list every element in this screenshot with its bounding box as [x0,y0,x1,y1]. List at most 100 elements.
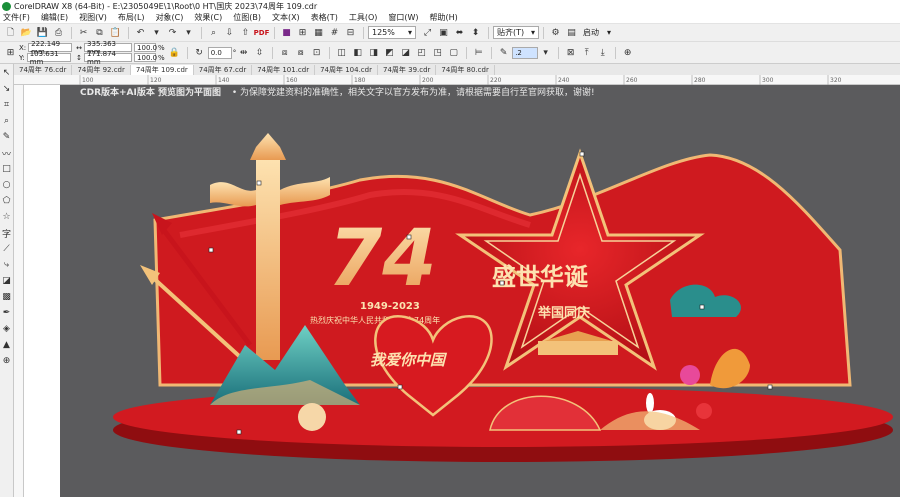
wrap-text-icon[interactable]: ⊠ [563,46,578,60]
crop-tool-icon[interactable]: ⌗ [1,98,13,112]
trim-icon[interactable]: ◨ [366,46,381,60]
page-size-icon[interactable]: ⊞ [3,46,18,60]
align-distribute-icon[interactable]: ⊨ [471,46,486,60]
menu-object[interactable]: 对象(C) [156,12,184,23]
tab-74-109[interactable]: 74周年 109.cdr [130,65,194,75]
interactive-fill-icon[interactable]: ◈ [1,322,13,336]
save-icon[interactable]: 💾 [35,26,50,40]
copy-icon[interactable]: ⧉ [92,26,107,40]
lock-ratio-icon[interactable]: 🔒 [167,46,182,60]
drop-shadow-icon[interactable]: ◪ [1,274,13,288]
to-back-icon[interactable]: ⤓ [595,46,610,60]
horizontal-ruler[interactable]: 100 120 140 160 180 200 220 240 260 280 300 320 [14,75,900,85]
mirror-vertical-icon[interactable]: ⇳ [252,46,267,60]
cut-icon[interactable]: ✂ [76,26,91,40]
rectangle-tool-icon[interactable]: □ [1,162,13,176]
menu-tools[interactable]: 工具(O) [349,12,378,23]
snap-to-dropdown[interactable]: 贴齐(T) ▾ [493,26,539,39]
tab-74-67[interactable]: 74周年 67.cdr [194,65,253,75]
tab-74-92[interactable]: 74周年 92.cdr [72,65,131,75]
export-pdf-icon[interactable]: PDF [254,26,270,40]
undo-icon[interactable]: ↶ [133,26,148,40]
menu-effects[interactable]: 效果(C) [194,12,222,23]
paste-icon[interactable]: 📋 [108,26,123,40]
menu-view[interactable]: 视图(V) [79,12,107,23]
tab-74-80[interactable]: 74周年 80.cdr [436,65,495,75]
zoom-height-icon[interactable]: ⬍ [468,26,483,40]
ungroup-all-icon[interactable]: ⊡ [309,46,324,60]
menu-edit[interactable]: 编辑(E) [41,12,68,23]
redo-icon[interactable]: ↷ [165,26,180,40]
weld-icon[interactable]: ◧ [350,46,365,60]
undo-dropdown-icon[interactable]: ▾ [149,26,164,40]
intersect-icon[interactable]: ◩ [382,46,397,60]
star-tool-icon[interactable]: ☆ [1,210,13,224]
outline-width-field[interactable]: .2 [512,46,539,59]
polygon-tool-icon[interactable]: ⬠ [1,194,13,208]
tab-74-39[interactable]: 74周年 39.cdr [378,65,437,75]
y-position-field[interactable]: 103.631 mm [26,50,71,66]
grid-icon[interactable]: # [327,26,342,40]
tab-74-104[interactable]: 74周年 104.cdr [315,65,378,75]
new-document-icon[interactable]: 🗋 [3,26,18,40]
mirror-horizontal-icon[interactable]: ⇹ [236,46,251,60]
parallel-dimension-icon[interactable]: ⟋ [1,242,13,256]
menu-layout[interactable]: 布局(L) [118,12,145,23]
zoom-page-icon[interactable]: ▣ [436,26,451,40]
print-icon[interactable]: ⎙ [51,26,66,40]
export-icon[interactable]: ⇧ [238,26,253,40]
zoom-width-icon[interactable]: ⬌ [452,26,467,40]
redo-dropdown-icon[interactable]: ▾ [181,26,196,40]
chevron-down-icon[interactable]: ▾ [538,46,553,60]
menu-window[interactable]: 窗口(W) [388,12,418,23]
transparency-tool-icon[interactable]: ▩ [1,290,13,304]
back-minus-front-icon[interactable]: ◳ [430,46,445,60]
rulers-icon[interactable]: ▦ [311,26,326,40]
artistic-media-icon[interactable]: 〰 [1,146,13,160]
menu-file[interactable]: 文件(F) [3,12,30,23]
angle-field[interactable]: 0.0 [207,46,232,59]
outline-pen-icon[interactable]: ✎ [496,46,511,60]
shape-tool-icon[interactable]: ↘ [1,82,13,96]
scale-x-field[interactable]: 100.0 [134,43,157,52]
rotate-icon[interactable]: ↻ [192,46,207,60]
group-icon[interactable]: ⧈ [277,46,292,60]
connector-tool-icon[interactable]: ⤷ [1,258,13,272]
ellipse-tool-icon[interactable]: ○ [1,178,13,192]
search-content-icon[interactable]: ⌕ [206,26,221,40]
guidelines-icon[interactable]: ⊟ [343,26,358,40]
zoom-tool-icon[interactable]: ⌕ [1,114,13,128]
add-preset-icon[interactable]: ⊕ [620,46,635,60]
corel-connect-icon[interactable]: ■ [279,26,294,40]
ungroup-icon[interactable]: ⧇ [293,46,308,60]
zoom-level-select[interactable]: 125% ▾ [368,26,416,39]
pick-tool-icon[interactable]: ↖ [1,66,13,80]
combine-icon[interactable]: ◫ [334,46,349,60]
smart-fill-icon[interactable]: ▲ [1,338,13,352]
text-tool-icon[interactable]: 字 [1,226,13,240]
freehand-tool-icon[interactable]: ✎ [1,130,13,144]
open-folder-icon[interactable]: 📂 [19,26,34,40]
front-minus-back-icon[interactable]: ◰ [414,46,429,60]
tab-74-101[interactable]: 74周年 101.cdr [252,65,316,75]
options-gear-icon[interactable]: ⚙ [548,26,563,40]
eyedropper-tool-icon[interactable]: ✒ [1,306,13,320]
vertical-ruler[interactable] [14,85,24,497]
import-icon[interactable]: ⇩ [222,26,237,40]
menu-bitmaps[interactable]: 位图(B) [233,12,261,23]
scale-y-field[interactable]: 100.0 [134,53,157,62]
height-field[interactable]: 171.874 mm [84,50,133,66]
drawing-canvas[interactable]: CDR版本+AI版本 预览图为平面图 • 为保障党建资料的准确性，相关文字以官方… [60,85,900,497]
menu-help[interactable]: 帮助(H) [430,12,458,23]
simplify-icon[interactable]: ◪ [398,46,413,60]
launch-dropdown[interactable]: 启动 ▾ [580,26,614,39]
create-boundary-icon[interactable]: ▢ [446,46,461,60]
application-launcher-icon[interactable]: ▤ [564,26,579,40]
to-front-icon[interactable]: ⤒ [579,46,594,60]
zoom-fit-icon[interactable]: ⤢ [420,26,435,40]
menu-text[interactable]: 文本(X) [272,12,300,23]
add-tool-icon[interactable]: ⊕ [1,354,13,368]
full-screen-icon[interactable]: ⊞ [295,26,310,40]
tab-74-76[interactable]: 74周年 76.cdr [14,65,73,75]
menu-table[interactable]: 表格(T) [311,12,338,23]
